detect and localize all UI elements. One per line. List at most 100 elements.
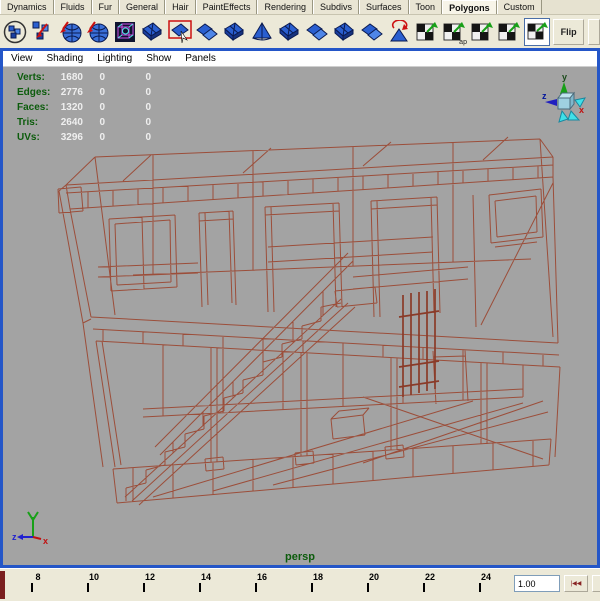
view-axis-x-line	[32, 536, 42, 540]
flip-button[interactable]: Flip	[552, 18, 585, 45]
hud-row: Tris: 2640 0 0	[17, 117, 151, 132]
hud-value: 0	[99, 132, 105, 143]
panel-menu-lighting[interactable]: Lighting	[97, 53, 132, 64]
tick-mark	[255, 583, 257, 592]
view-axis-z-head	[17, 534, 23, 540]
shelf-tab-rendering[interactable]: Rendering	[257, 0, 313, 14]
timeline-tick-14[interactable]: 14	[194, 572, 218, 592]
tick-mark	[479, 583, 481, 592]
tick-number: 20	[368, 572, 379, 582]
gizmo-z-arrow	[545, 99, 557, 106]
hud-row: Verts: 1680 0 0	[17, 72, 151, 87]
gizmo-y-arrow	[560, 82, 568, 94]
shelf-tab-subdivs[interactable]: Subdivs	[312, 0, 360, 14]
shelf-tab-surfaces[interactable]: Surfaces	[359, 0, 409, 14]
hud-label: Edges:	[17, 87, 51, 98]
shelf-tab-fluids[interactable]: Fluids	[53, 0, 92, 14]
sphere-project-icon[interactable]	[57, 18, 82, 46]
tick-number: 12	[144, 572, 155, 582]
poly-pair-icon[interactable]	[194, 18, 219, 46]
sphere-merge-icon[interactable]	[84, 18, 109, 46]
hud-value: 1320	[60, 102, 83, 113]
timeline-tick-20[interactable]: 20	[362, 572, 386, 592]
tick-mark	[311, 583, 313, 592]
timeline-tick-16[interactable]: 16	[250, 572, 274, 592]
perspective-viewport[interactable]: Verts: 1680 0 0 Edges: 2776 0 0 Faces: 1320 0 0 Tris…	[3, 67, 597, 565]
hud-value: 3296	[60, 132, 83, 143]
hud-value: 0	[99, 87, 105, 98]
select-sphere-icon[interactable]	[2, 18, 27, 46]
tick-number: 24	[480, 572, 491, 582]
panel-menu-view[interactable]: View	[11, 53, 33, 64]
plane-select-icon[interactable]	[167, 18, 192, 46]
tick-mark	[199, 583, 201, 592]
hud-value: 0	[145, 117, 151, 128]
hud-label: UVs:	[17, 132, 40, 143]
hud-label: Tris:	[17, 117, 39, 128]
shelf-tab-hair[interactable]: Hair	[165, 0, 196, 14]
shelf-tab-painteffects[interactable]: PaintEffects	[195, 0, 258, 14]
shelf-tab-custom[interactable]: Custom	[496, 0, 542, 14]
time-slider[interactable]: 8 10 12 14 16 18 20 22 24 |◀◀|◀	[0, 568, 600, 600]
panel-menu-panels[interactable]: Panels	[185, 53, 216, 64]
timeline-tick-24[interactable]: 24	[474, 572, 498, 592]
uv-sew-icon[interactable]	[496, 18, 521, 46]
poly-face-icon[interactable]	[222, 18, 247, 46]
extract-faces-icon[interactable]	[29, 18, 54, 46]
tick-mark	[143, 583, 145, 592]
timeline-tick-8[interactable]: 8	[26, 572, 50, 592]
poly-plane-icon[interactable]	[139, 18, 164, 46]
timeline-tick-22[interactable]: 22	[418, 572, 442, 592]
wireframe-cube-icon[interactable]	[112, 18, 137, 46]
hud-value: 0	[145, 72, 151, 83]
camera-name-label: persp	[285, 551, 315, 563]
hud-value: 0	[145, 132, 151, 143]
timeline-tick-12[interactable]: 12	[138, 572, 162, 592]
poly-slant-icon[interactable]	[277, 18, 302, 46]
tick-mark	[423, 583, 425, 592]
view-axis-y-arrow	[27, 511, 39, 537]
rewind-button[interactable]: |◀◀	[564, 575, 588, 592]
hud-row: Edges: 2776 0 0	[17, 87, 151, 102]
uv-checker-icon[interactable]	[414, 18, 439, 46]
shelf-tab-bar: Dynamics Fluids Fur General Hair PaintEffects…	[0, 0, 600, 15]
shelf-tab-general[interactable]: General	[119, 0, 166, 14]
hud-row: UVs: 3296 0 0	[17, 132, 151, 147]
poly-count-hud: Verts: 1680 0 0 Edges: 2776 0 0 Faces: 1320 0 0 Tris…	[17, 72, 151, 147]
wireframe-dense-lines	[398, 289, 440, 397]
shelf-tab-fur[interactable]: Fur	[91, 0, 120, 14]
hud-value: 0	[99, 72, 105, 83]
panel-menu-show[interactable]: Show	[146, 53, 171, 64]
gizmo-x-label: x	[579, 105, 584, 115]
view-axis-z-label: z	[12, 532, 17, 542]
gizmo-y-label: y	[562, 72, 567, 82]
hud-label: Faces:	[17, 102, 49, 113]
timeline-tick-10[interactable]: 10	[82, 572, 106, 592]
poly-combine-icon[interactable]	[359, 18, 384, 46]
spin-edge-icon[interactable]	[387, 18, 412, 46]
view-axis-x-label: x	[43, 536, 48, 546]
shelf-tab-polygons[interactable]: Polygons	[442, 0, 497, 14]
panel-menu-shading[interactable]: Shading	[47, 53, 84, 64]
uv-selected-icon[interactable]	[523, 17, 550, 46]
timeline-ruler[interactable]: 8 10 12 14 16 18 20 22 24	[0, 569, 505, 601]
current-time-input[interactable]	[514, 575, 560, 592]
shelf-tab-dynamics[interactable]: Dynamics	[0, 0, 54, 14]
viewport-panel: View Shading Lighting Show Panels Verts: 1680…	[0, 48, 600, 568]
step-back-button[interactable]: |◀	[592, 575, 600, 592]
poly-cone-icon[interactable]	[249, 18, 274, 46]
panel-menubar: View Shading Lighting Show Panels	[3, 51, 597, 67]
shelf-tab-toon[interactable]: Toon	[408, 0, 443, 14]
poly-pair2-icon[interactable]	[304, 18, 329, 46]
wireframe-lines	[57, 136, 561, 506]
poly-bend-icon[interactable]	[332, 18, 357, 46]
uv-map-icon[interactable]: ap	[442, 18, 467, 46]
timeline-tick-18[interactable]: 18	[306, 572, 330, 592]
clipped-button	[588, 18, 600, 45]
tick-number: 10	[88, 572, 99, 582]
hud-value: 2640	[60, 117, 83, 128]
uv-cut-icon[interactable]	[469, 18, 494, 46]
hud-value: 0	[99, 102, 105, 113]
tick-number: 18	[312, 572, 323, 582]
axis-gizmo-icon[interactable]: y z x	[541, 71, 589, 125]
